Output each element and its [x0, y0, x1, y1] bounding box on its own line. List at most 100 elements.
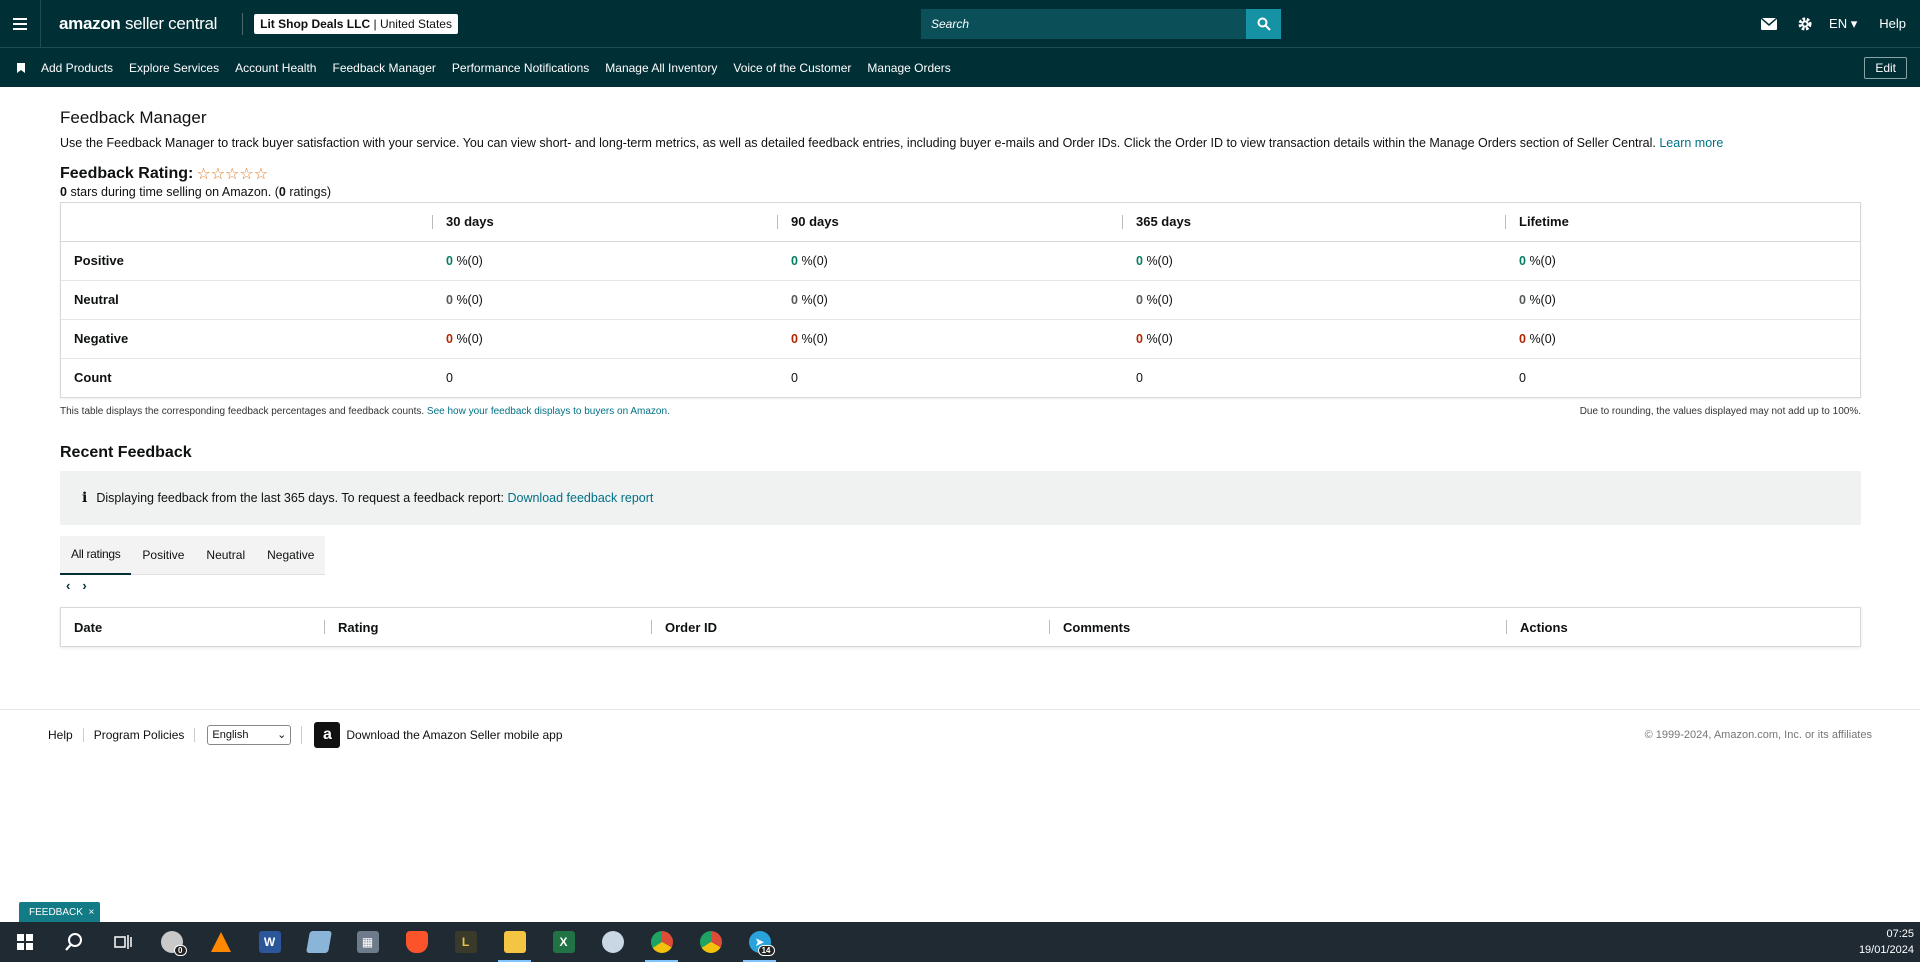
taskbar-calculator[interactable]: ▦ — [343, 922, 392, 962]
nav-account-health[interactable]: Account Health — [235, 61, 316, 75]
tab-neutral[interactable]: Neutral — [195, 536, 256, 575]
task-view-icon — [113, 935, 132, 949]
close-icon[interactable]: × — [88, 907, 94, 918]
search-button[interactable] — [1246, 9, 1281, 39]
telegram-icon: ➤ 14 — [748, 931, 775, 956]
brave-icon — [405, 931, 428, 953]
tab-all-ratings[interactable]: All ratings — [60, 536, 132, 575]
nav-add-products[interactable]: Add Products — [41, 61, 113, 75]
amazon-app-icon[interactable]: a — [314, 721, 341, 748]
tab-negative[interactable]: Negative — [256, 536, 325, 575]
copyright: © 1999-2024, Amazon.com, Inc. or its aff… — [1644, 728, 1872, 741]
metric-cell: 0 %(0) — [1505, 240, 1860, 280]
footnote-right: Due to rounding, the values displayed ma… — [1579, 406, 1861, 417]
row-label: Neutral — [61, 279, 432, 319]
intro-text: Use the Feedback Manager to track buyer … — [60, 136, 1656, 150]
metric-cell: 0 %(0) — [1122, 318, 1505, 358]
column-header-date[interactable]: Date — [61, 608, 324, 646]
column-header-actions: Actions — [1506, 608, 1860, 646]
task-view-button[interactable] — [98, 922, 147, 962]
edit-nav-button[interactable]: Edit — [1864, 57, 1907, 79]
chevron-left-icon[interactable]: ‹ — [66, 578, 70, 593]
taskbar-search[interactable] — [49, 922, 98, 962]
metric-cell: 0 %(0) — [432, 279, 777, 319]
metric-cell: 0 %(0) — [1505, 279, 1860, 319]
column-header-comments[interactable]: Comments — [1049, 608, 1506, 646]
bookmark-icon[interactable] — [0, 62, 41, 73]
nav-manage-orders[interactable]: Manage Orders — [867, 61, 950, 75]
table-footnote: This table displays the corresponding fe… — [60, 406, 1861, 417]
column-header: 30 days — [432, 203, 777, 242]
learn-more-link[interactable]: Learn more — [1659, 136, 1723, 150]
feedback-label: FEEDBACK — [29, 906, 83, 918]
rating-label: Feedback Rating: — [60, 165, 194, 182]
taskbar-notes[interactable] — [294, 922, 343, 962]
column-header-order-id[interactable]: Order ID — [651, 608, 1049, 646]
footer-policies-link[interactable]: Program Policies — [84, 727, 196, 742]
star-rating-icon: ☆☆☆☆☆ — [196, 166, 269, 183]
nav-voice-of-the-customer[interactable]: Voice of the Customer — [733, 61, 851, 75]
taskbar-excel[interactable]: X — [539, 922, 588, 962]
chrome-icon — [650, 931, 673, 953]
header-empty — [61, 203, 432, 242]
taskbar-file-explorer[interactable] — [490, 922, 539, 962]
chevron-right-icon[interactable]: › — [82, 578, 86, 593]
metric-cell: 0 %(0) — [777, 279, 1122, 319]
top-right-controls: EN ▾ Help — [1751, 0, 1920, 47]
search-icon — [64, 933, 82, 951]
menu-icon[interactable] — [0, 0, 41, 47]
word-icon: W — [258, 931, 281, 953]
taskbar-paint[interactable] — [588, 922, 637, 962]
table-header-row: 30 days 90 days 365 days Lifetime — [61, 203, 1860, 242]
logo[interactable]: amazon seller central — [59, 14, 217, 34]
download-report-link[interactable]: Download feedback report — [507, 491, 653, 505]
footer-language-select[interactable]: English ⌄ — [207, 724, 292, 745]
column-header-rating[interactable]: Rating — [324, 608, 651, 646]
windows-taskbar: 0 W ▦ L X ➤ 14 07:25 19/01/2024 — [0, 922, 1920, 962]
taskbar-vlc[interactable] — [196, 922, 245, 962]
start-button[interactable] — [0, 922, 49, 962]
vlc-icon — [210, 932, 231, 952]
divider — [301, 725, 303, 744]
taskbar-chrome[interactable] — [637, 922, 686, 962]
row-label: Count — [61, 357, 432, 397]
info-icon: i — [82, 490, 88, 506]
nav-feedback-manager[interactable]: Feedback Manager — [332, 61, 435, 75]
help-link[interactable]: Help — [1867, 16, 1920, 31]
feedback-display-link[interactable]: See how your feedback displays to buyers… — [427, 406, 670, 417]
mail-button[interactable] — [1751, 0, 1787, 47]
table-row: Neutral 0 %(0) 0 %(0) 0 %(0) 0 %(0) — [61, 279, 1860, 319]
metric-cell: 0 %(0) — [1505, 318, 1860, 358]
account-switcher[interactable]: Lit Shop Deals LLC | United States — [254, 13, 458, 34]
row-label: Positive — [61, 240, 432, 280]
taskbar-word[interactable]: W — [245, 922, 294, 962]
chevron-down-icon: ⌄ — [277, 729, 287, 741]
nav-explore-services[interactable]: Explore Services — [129, 61, 219, 75]
download-app-link[interactable]: Download the Amazon Seller mobile app — [346, 728, 562, 742]
nav-performance-notifications[interactable]: Performance Notifications — [452, 61, 589, 75]
excel-icon: X — [552, 931, 575, 953]
taskbar-clock-app[interactable]: 0 — [147, 922, 196, 962]
metric-cell: 0 %(0) — [432, 318, 777, 358]
feedback-widget[interactable]: FEEDBACK × — [19, 902, 101, 922]
column-header: Lifetime — [1505, 203, 1860, 242]
nav-manage-all-inventory[interactable]: Manage All Inventory — [605, 61, 717, 75]
pagination: ‹ › — [60, 578, 1861, 593]
top-bar: amazon seller central Lit Shop Deals LLC… — [0, 0, 1920, 47]
footer: Help Program Policies English ⌄ a Downloa… — [0, 709, 1920, 759]
taskbar-chrome-profile[interactable] — [686, 922, 735, 962]
taskbar-telegram[interactable]: ➤ 14 — [735, 922, 784, 962]
footer-help-link[interactable]: Help — [38, 727, 84, 742]
table-header-row: Date Rating Order ID Comments Actions — [61, 608, 1860, 646]
taskbar-app[interactable]: L — [441, 922, 490, 962]
tab-positive[interactable]: Positive — [131, 536, 195, 575]
column-header: 365 days — [1122, 203, 1505, 242]
system-clock[interactable]: 07:25 19/01/2024 — [1859, 926, 1914, 958]
search-input[interactable]: Search — [921, 9, 1246, 39]
taskbar-brave[interactable] — [392, 922, 441, 962]
divider — [242, 12, 244, 35]
language-selector[interactable]: EN ▾ — [1823, 16, 1867, 32]
clock-time: 07:25 — [1886, 928, 1914, 940]
metric-cell: 0 %(0) — [777, 318, 1122, 358]
settings-button[interactable] — [1787, 0, 1823, 47]
